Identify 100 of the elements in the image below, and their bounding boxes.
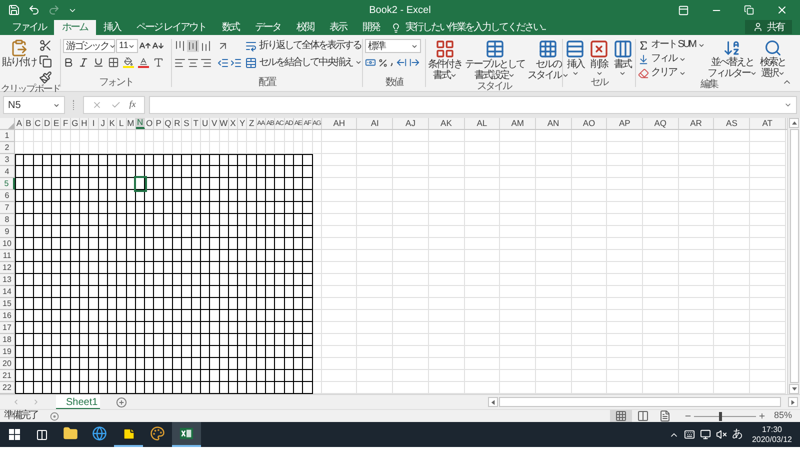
scroll-left-icon[interactable] — [491, 400, 495, 404]
row-header[interactable]: 20 — [0, 358, 15, 370]
column-header[interactable]: AH — [322, 118, 358, 129]
column-header[interactable]: L — [117, 118, 127, 129]
fill-color-icon[interactable] — [123, 57, 134, 68]
align-left-icon[interactable] — [174, 57, 186, 69]
clock[interactable]: 17:30 2020/03/12 — [752, 424, 792, 444]
column-header[interactable]: Z — [247, 118, 257, 129]
sheet-tab[interactable]: Sheet1 — [56, 394, 100, 410]
column-header[interactable]: G — [70, 118, 80, 129]
column-header[interactable]: R — [173, 118, 182, 129]
save-icon[interactable] — [8, 4, 20, 16]
merge-center-button[interactable]: セルを結合して中央揃え — [245, 56, 362, 69]
font-name-field[interactable]: 游ゴシック — [63, 39, 115, 53]
increase-decimal-icon[interactable] — [396, 57, 407, 68]
fill-button[interactable]: フィル — [638, 53, 704, 65]
copy-icon[interactable] — [39, 55, 52, 68]
row-header[interactable]: 16 — [0, 310, 15, 322]
scroll-right-icon[interactable] — [791, 400, 795, 404]
cell-button[interactable]: 削除 — [588, 39, 610, 77]
number-format-field[interactable]: 標準 — [365, 39, 421, 53]
column-header[interactable]: AJ — [393, 118, 429, 129]
column-header[interactable]: AS — [714, 118, 750, 129]
zoom-slider-thumb[interactable] — [719, 412, 722, 420]
column-header[interactable]: K — [108, 118, 118, 129]
scroll-up-icon[interactable] — [792, 121, 796, 125]
task-view-icon[interactable] — [36, 428, 48, 440]
ribbon-tab[interactable]: 開発 — [354, 20, 388, 35]
zoom-level[interactable]: 85% — [774, 409, 792, 423]
column-header[interactable]: AM — [500, 118, 536, 129]
row-header[interactable]: 4 — [0, 166, 15, 178]
taskbar-app[interactable] — [172, 422, 201, 447]
cell-button[interactable]: 書式 — [612, 39, 634, 77]
orientation-icon[interactable] — [217, 40, 229, 52]
column-header[interactable]: X — [228, 118, 238, 129]
row-header[interactable]: 21 — [0, 370, 15, 382]
column-header[interactable]: AT — [750, 118, 786, 129]
currency-icon[interactable] — [365, 57, 376, 68]
column-header[interactable]: V — [210, 118, 220, 129]
zoom-in-icon[interactable] — [758, 412, 766, 420]
paste-button[interactable]: 貼り付け — [2, 39, 36, 68]
network-icon[interactable] — [700, 429, 711, 440]
column-header[interactable]: AK — [428, 118, 465, 129]
row-header[interactable]: 11 — [0, 250, 15, 262]
ribbon-options-icon[interactable] — [678, 4, 689, 16]
undo-icon[interactable] — [28, 4, 40, 16]
row-header[interactable]: 18 — [0, 334, 15, 346]
column-header[interactable]: J — [98, 118, 108, 129]
wrap-text-button[interactable]: 折り返して全体を表示する — [245, 39, 362, 52]
ribbon-tab[interactable]: ホーム — [54, 20, 96, 35]
column-header[interactable]: E — [52, 118, 62, 129]
column-header[interactable]: A — [15, 118, 24, 129]
column-header[interactable]: AI — [357, 118, 394, 129]
row-header[interactable]: 13 — [0, 274, 15, 286]
align-right-icon[interactable] — [200, 57, 212, 69]
top-align-icon[interactable] — [174, 40, 186, 52]
column-header[interactable]: C — [34, 118, 43, 129]
new-sheet-icon[interactable] — [116, 396, 127, 408]
volume-muted-icon[interactable] — [716, 429, 727, 440]
vertical-scrollbar[interactable] — [787, 118, 800, 394]
close-icon[interactable] — [776, 4, 788, 16]
column-header[interactable]: Y — [238, 118, 248, 129]
row-header[interactable]: 1 — [0, 130, 15, 142]
column-header[interactable]: D — [42, 118, 52, 129]
indent-increase-icon[interactable] — [230, 57, 242, 69]
underline-icon[interactable] — [93, 57, 104, 68]
paintbrush-icon[interactable] — [39, 71, 52, 84]
row-header[interactable]: 15 — [0, 298, 15, 310]
restore-icon[interactable] — [744, 5, 754, 15]
style-button[interactable]: 条件付き 書式 — [428, 39, 462, 81]
cell-button[interactable]: 挿入 — [565, 39, 586, 77]
ribbon-tab[interactable]: 表示 — [321, 20, 354, 35]
column-header[interactable]: U — [200, 118, 210, 129]
column-header[interactable]: P — [154, 118, 164, 129]
row-header[interactable]: 17 — [0, 322, 15, 334]
autosum-button[interactable]: オート SUM — [638, 39, 704, 51]
decrease-decimal-icon[interactable] — [409, 57, 420, 68]
column-header[interactable]: H — [80, 118, 90, 129]
windows-logo-icon[interactable] — [8, 429, 20, 440]
sort-filter-button[interactable]: 並べ替えと フィルター — [708, 39, 757, 79]
ribbon-tab[interactable]: ページ レイアウト — [128, 20, 214, 35]
bottom-align-icon[interactable] — [200, 40, 212, 52]
selected-cell[interactable] — [136, 178, 146, 190]
column-header[interactable]: AR — [678, 118, 714, 129]
share-button[interactable]: 共有 — [745, 20, 792, 34]
borders-icon[interactable] — [108, 57, 119, 68]
column-header[interactable]: AQ — [642, 118, 679, 129]
clear-button[interactable]: クリア — [638, 67, 704, 79]
column-header[interactable]: AO — [572, 118, 608, 129]
row-header[interactable]: 8 — [0, 214, 15, 226]
scroll-down-icon[interactable] — [792, 387, 796, 391]
style-button[interactable]: テーブルとして 書式設定 — [465, 39, 524, 81]
column-header[interactable]: AN — [536, 118, 572, 129]
row-header[interactable]: 7 — [0, 202, 15, 214]
phonetic-icon[interactable] — [153, 57, 164, 68]
bold-icon[interactable] — [63, 57, 74, 68]
percent-icon[interactable] — [378, 58, 388, 68]
ribbon-tab[interactable]: 挿入 — [96, 20, 128, 35]
column-header[interactable]: AL — [464, 118, 500, 129]
font-size-field[interactable]: 11 — [116, 39, 138, 53]
